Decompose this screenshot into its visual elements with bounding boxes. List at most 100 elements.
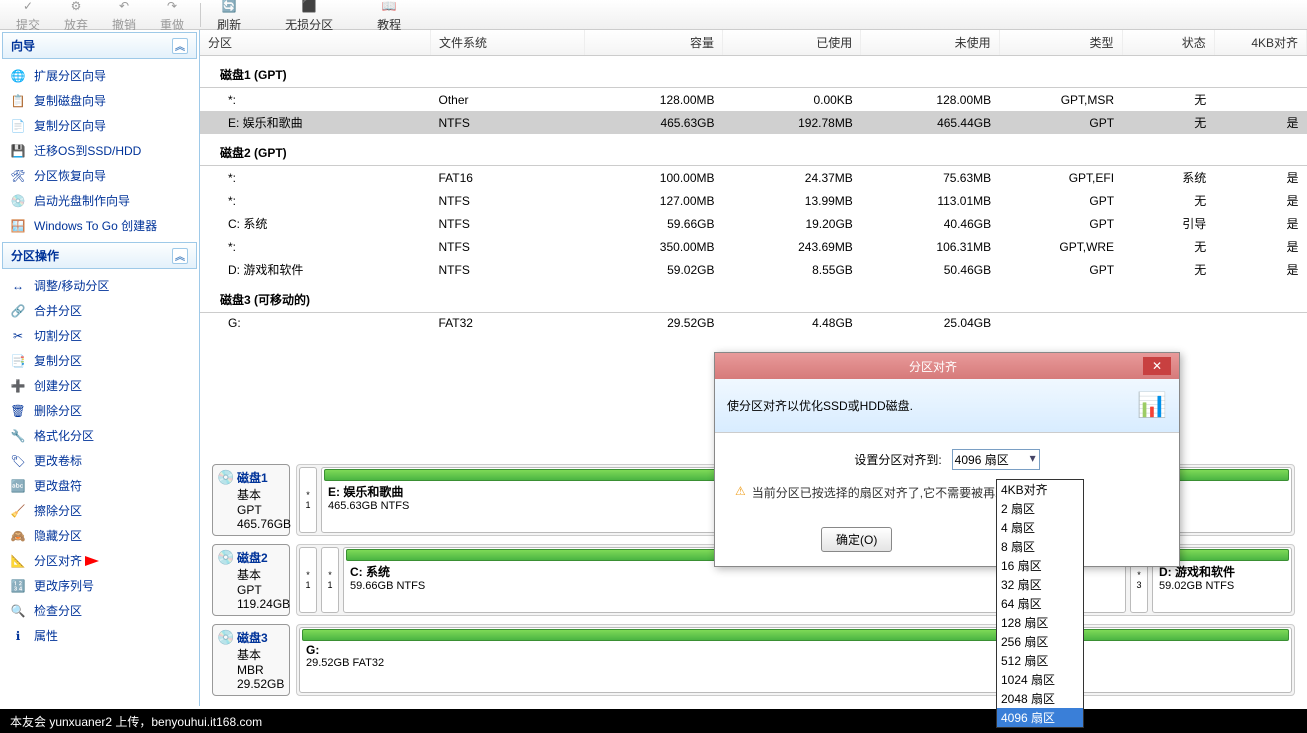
table-row[interactable]: *:NTFS127.00MB13.99MB113.01MBGPT无是 (200, 189, 1307, 212)
dropdown-option[interactable]: 8 扇区 (997, 537, 1083, 556)
nav-icon: 🔢 (10, 578, 26, 594)
ops-panel-header[interactable]: 分区操作 ︽ (2, 242, 197, 269)
sidebar-item[interactable]: ↔调整/移动分区 (0, 273, 199, 298)
toolbar-submit[interactable]: ✓提交 (4, 0, 52, 33)
sidebar-item[interactable]: 📄复制分区向导 (0, 113, 199, 138)
warning-icon: ⚠ (735, 484, 746, 498)
nav-label: 更改序列号 (34, 577, 94, 594)
sidebar-item[interactable]: 🙈隐藏分区 (0, 523, 199, 548)
table-body: 磁盘1 (GPT)*:Other128.00MB0.00KB128.00MBGP… (200, 56, 1307, 334)
dropdown-option[interactable]: 4KB对齐 (997, 480, 1083, 499)
table-row[interactable]: G:FAT3229.52GB4.48GB25.04GB (200, 313, 1307, 334)
nav-icon: ✂ (10, 328, 26, 344)
dropdown-option[interactable]: 128 扇区 (997, 613, 1083, 632)
disk-label[interactable]: 磁盘2基本 GPT119.24GB (212, 544, 290, 616)
sidebar-item[interactable]: 🔗合并分区 (0, 298, 199, 323)
sidebar: 向导 ︽ 🌐扩展分区向导 📋 复制磁盘向导 📄复制分区向导💾迁移OS到SSD/HDD🛠… (0, 30, 200, 706)
align-graphic-icon: 📊 (1137, 391, 1167, 420)
toolbar-undo[interactable]: ↶撤销 (100, 0, 148, 33)
nav-icon: 📋 (10, 93, 26, 109)
column-header[interactable]: 已使用 (723, 30, 861, 56)
column-header[interactable]: 文件系统 (431, 30, 585, 56)
nav-label: 分区对齐 (34, 552, 82, 569)
align-dialog: 分区对齐 ✕ 使分区对齐以优化SSD或HDD磁盘. 📊 设置分区对齐到: 409… (714, 352, 1180, 567)
toolbar-separator (200, 3, 201, 27)
align-label: 设置分区对齐到: (854, 451, 941, 468)
sidebar-item[interactable]: ✂切割分区 (0, 323, 199, 348)
dropdown-option[interactable]: 16 扇区 (997, 556, 1083, 575)
toolbar-lossless[interactable]: ⬛无损分区 (273, 0, 345, 33)
nav-icon: 🔗 (10, 303, 26, 319)
dropdown-option[interactable]: 64 扇区 (997, 594, 1083, 613)
nav-label: 创建分区 (34, 377, 82, 394)
dropdown-option[interactable]: 512 扇区 (997, 651, 1083, 670)
dropdown-option[interactable]: 256 扇区 (997, 632, 1083, 651)
undo-icon: ↶ (114, 0, 134, 16)
toolbar-redo[interactable]: ↷重做 (148, 0, 196, 33)
table-row[interactable]: D: 游戏和软件NTFS59.02GB8.55GB50.46GBGPT无是 (200, 258, 1307, 281)
sidebar-item[interactable]: ℹ属性 (0, 623, 199, 648)
table-row[interactable]: *:Other128.00MB0.00KB128.00MBGPT,MSR无 (200, 88, 1307, 112)
dropdown-option[interactable]: 2048 扇区 (997, 689, 1083, 708)
column-header[interactable]: 未使用 (861, 30, 999, 56)
sidebar-item[interactable]: 🛠分区恢复向导 (0, 163, 199, 188)
column-header[interactable]: 状态 (1122, 30, 1214, 56)
dropdown-option[interactable]: 2 扇区 (997, 499, 1083, 518)
sidebar-item[interactable]: 🔤更改盘符 (0, 473, 199, 498)
nav-label: 启动光盘制作向导 (34, 192, 130, 209)
ok-button[interactable]: 确定(O) (821, 527, 892, 552)
toolbar: ✓提交 ⚙放弃 ↶撤销 ↷重做 🔄刷新 ⬛无损分区 📖教程 (0, 0, 1307, 30)
align-select[interactable]: 4096 扇区 (952, 449, 1040, 470)
table-row[interactable]: E: 娱乐和歌曲NTFS465.63GB192.78MB465.44GBGPT无… (200, 111, 1307, 134)
chevron-up-icon[interactable]: ︽ (172, 248, 188, 264)
nav-icon: 🪟 (10, 218, 26, 234)
partition-slot[interactable]: *1 (321, 547, 339, 613)
dropdown-option[interactable]: 4096 扇区 (997, 708, 1083, 727)
table-row[interactable]: *:FAT16100.00MB24.37MB75.63MBGPT,EFI系统是 (200, 166, 1307, 190)
sidebar-item[interactable]: 🏷更改卷标 (0, 448, 199, 473)
sidebar-item[interactable]: 💾迁移OS到SSD/HDD (0, 138, 199, 163)
nav-label: 迁移OS到SSD/HDD (34, 142, 141, 159)
dropdown-option[interactable]: 32 扇区 (997, 575, 1083, 594)
align-dropdown[interactable]: 4KB对齐2 扇区4 扇区8 扇区16 扇区32 扇区64 扇区128 扇区25… (996, 479, 1084, 728)
dialog-body: 设置分区对齐到: 4096 扇区 ⚠ 当前分区已按选择的扇区对齐了,它不需要被再… (715, 433, 1179, 517)
sidebar-item[interactable]: 🔧格式化分区 (0, 423, 199, 448)
sidebar-item[interactable]: ➕创建分区 (0, 373, 199, 398)
dropdown-option[interactable]: 1024 扇区 (997, 670, 1083, 689)
column-header[interactable]: 类型 (999, 30, 1122, 56)
column-header[interactable]: 分区 (200, 30, 431, 56)
column-header[interactable]: 容量 (584, 30, 722, 56)
chevron-up-icon[interactable]: ︽ (172, 38, 188, 54)
redo-icon: ↷ (162, 0, 182, 16)
sidebar-item[interactable]: 📐分区对齐 (0, 548, 199, 573)
disk-label[interactable]: 磁盘3基本 MBR29.52GB (212, 624, 290, 696)
nav-label: 复制磁盘向导 (34, 92, 106, 109)
column-header[interactable]: 4KB对齐 (1214, 30, 1306, 56)
nav-icon: ↔ (10, 278, 26, 294)
table-row[interactable]: *:NTFS350.00MB243.69MB106.31MBGPT,WRE无是 (200, 235, 1307, 258)
partition-slot[interactable]: *1 (299, 547, 317, 613)
disk-label[interactable]: 磁盘1基本 GPT465.76GB (212, 464, 290, 536)
partition-slot[interactable]: G:29.52GB FAT32 (299, 627, 1292, 693)
nav-label: 格式化分区 (34, 427, 94, 444)
close-icon[interactable]: ✕ (1143, 357, 1171, 375)
sidebar-item[interactable]: 🔍检查分区 (0, 598, 199, 623)
sidebar-item[interactable]: 💿启动光盘制作向导 (0, 188, 199, 213)
usage-bar (302, 629, 1289, 641)
wizard-panel-header[interactable]: 向导 ︽ (2, 32, 197, 59)
toolbar-tutorial[interactable]: 📖教程 (365, 0, 413, 33)
table-row[interactable]: C: 系统NTFS59.66GB19.20GB40.46GBGPT引导是 (200, 212, 1307, 235)
dropdown-option[interactable]: 4 扇区 (997, 518, 1083, 537)
sidebar-item[interactable]: 🔢 更改序列号 (0, 573, 199, 598)
sidebar-item[interactable]: 📑复制分区 (0, 348, 199, 373)
sidebar-item[interactable]: 📋 复制磁盘向导 (0, 88, 199, 113)
sidebar-item[interactable]: 🪟Windows To Go 创建器 (0, 213, 199, 238)
partition-slot[interactable]: *1 (299, 467, 317, 533)
dialog-titlebar[interactable]: 分区对齐 ✕ (715, 353, 1179, 379)
toolbar-discard[interactable]: ⚙放弃 (52, 0, 100, 33)
toolbar-refresh[interactable]: 🔄刷新 (205, 0, 253, 33)
sidebar-item[interactable]: 🧹擦除分区 (0, 498, 199, 523)
disk-header-row: 磁盘1 (GPT) (200, 56, 1307, 88)
sidebar-item[interactable]: 🌐扩展分区向导 (0, 63, 199, 88)
sidebar-item[interactable]: 🗑删除分区 (0, 398, 199, 423)
